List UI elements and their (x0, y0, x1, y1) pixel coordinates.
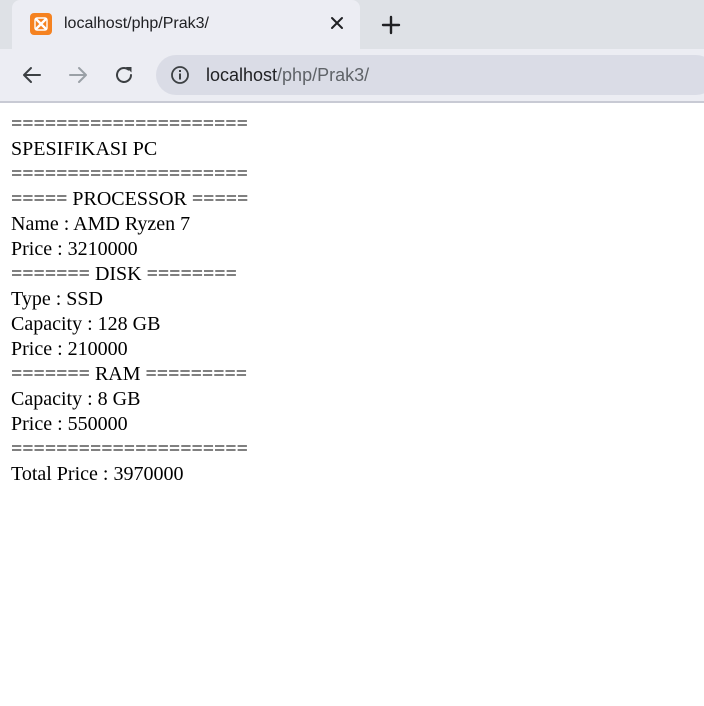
ram-price: Price : 550000 (11, 413, 128, 435)
info-icon[interactable] (170, 65, 190, 85)
ram-capacity: Capacity : 8 GB (11, 388, 141, 410)
disk-section-header: ======= DISK ======== (11, 263, 237, 285)
xampp-icon (30, 13, 52, 35)
browser-toolbar: localhost/php/Prak3/ (0, 49, 704, 101)
toolbar-divider (0, 101, 704, 103)
page-heading: SPESIFIKASI PC (11, 138, 158, 160)
url-text[interactable]: localhost/php/Prak3/ (206, 64, 369, 86)
total-price: Total Price : 3970000 (11, 463, 184, 485)
processor-name: Name : AMD Ryzen 7 (11, 213, 191, 235)
page-content: ===================== SPESIFIKASI PC ===… (11, 112, 691, 487)
url-host: localhost (206, 65, 278, 85)
separator-line: ===================== (11, 163, 248, 185)
arrow-left-icon[interactable] (18, 61, 46, 89)
processor-section-header: ===== PROCESSOR ===== (11, 188, 249, 210)
disk-type: Type : SSD (11, 288, 103, 310)
ram-section-header: ======= RAM ========= (11, 363, 248, 385)
close-icon[interactable] (328, 14, 346, 32)
url-path: /php/Prak3/ (277, 65, 370, 85)
arrow-right-icon[interactable] (64, 61, 92, 89)
tab-strip: localhost/php/Prak3/ (0, 0, 704, 49)
processor-price: Price : 3210000 (11, 238, 138, 260)
browser-tab[interactable]: localhost/php/Prak3/ (12, 0, 360, 49)
plus-icon[interactable] (378, 12, 404, 38)
separator-line: ===================== (11, 438, 248, 460)
separator-line: ===================== (11, 113, 248, 135)
address-bar[interactable]: localhost/php/Prak3/ (156, 55, 704, 95)
disk-price: Price : 210000 (11, 338, 128, 360)
reload-icon[interactable] (110, 61, 138, 89)
disk-capacity: Capacity : 128 GB (11, 313, 161, 335)
tab-title: localhost/php/Prak3/ (64, 15, 209, 32)
